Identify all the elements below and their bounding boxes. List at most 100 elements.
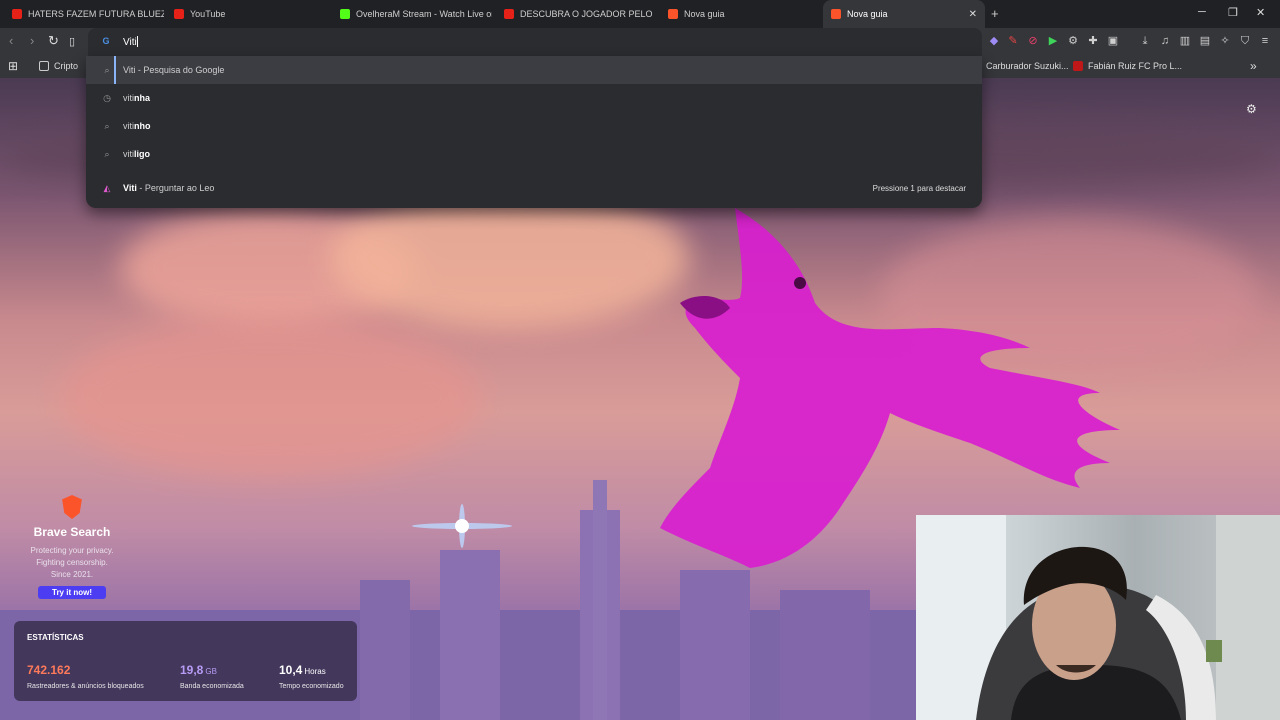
search-icon: ⌕ <box>104 64 110 75</box>
youtube-icon <box>174 9 184 19</box>
stat-value: 10,4 <box>279 663 303 677</box>
brave-icon <box>668 9 678 19</box>
tab-title: Nova guia <box>684 9 725 19</box>
close-tab-icon[interactable]: ✕ <box>969 9 977 20</box>
suggestion-search[interactable]: ⌕ vitiligo <box>86 140 982 168</box>
forward-icon[interactable]: › <box>30 33 34 48</box>
bookmark-icon[interactable]: ▯ <box>69 35 75 48</box>
minimize-icon[interactable]: ─ <box>1198 6 1206 18</box>
tab-title: Nova guia <box>847 9 888 19</box>
stat-bandwidth: 19,8 GB Banda economizada <box>180 661 244 690</box>
try-it-now-button[interactable]: Try it now! <box>38 586 106 599</box>
extension-stop-icon[interactable]: ⊘ <box>1027 35 1039 47</box>
tab-title: HATERS FAZEM FUTURA BLUEZETE D <box>28 9 164 19</box>
suggestion-text: Viti - Perguntar ao Leo <box>123 183 215 193</box>
page-icon <box>1073 61 1083 71</box>
back-icon[interactable]: ‹ <box>9 33 13 48</box>
suggestion-hint: Pressione 1 para destacar <box>872 183 966 193</box>
promo-line: Since 2021. <box>50 570 94 579</box>
suggestion-text: Viti - Pesquisa do Google <box>123 65 225 75</box>
cloud <box>330 188 690 328</box>
selection-indicator <box>114 56 116 84</box>
vpn-shield-icon[interactable]: ⛉ <box>1239 35 1251 47</box>
stat-value: 19,8 <box>180 663 204 677</box>
suggestion-search[interactable]: ⌕ vitinho <box>86 112 982 140</box>
leo-ai-icon[interactable]: ◆ <box>988 35 1000 47</box>
screenshot-icon[interactable]: ▣ <box>1107 35 1119 47</box>
leo-sparkle-icon[interactable]: ✧ <box>1219 35 1231 47</box>
extension-pen-icon[interactable]: ✎ <box>1007 35 1019 47</box>
wallet-icon[interactable]: ▤ <box>1199 35 1211 47</box>
stat-trackers: 742.162 Rastreadores & anúncios bloquead… <box>27 661 144 690</box>
tab-title: YouTube <box>190 9 226 19</box>
webcam-overlay <box>916 515 1280 720</box>
bookmark-label: Fabián Ruiz FC Pro L... <box>1088 61 1183 71</box>
maximize-icon[interactable]: ❐ <box>1228 6 1238 19</box>
brave-icon <box>831 9 841 19</box>
address-input[interactable]: Viti <box>123 36 138 48</box>
skyline <box>680 570 750 720</box>
stat-time: 10,4 Horas Tempo economizado <box>279 661 344 690</box>
reload-icon[interactable]: ↻ <box>48 33 59 49</box>
tab[interactable]: Nova guia <box>660 0 820 28</box>
tab[interactable]: OvelheraM Stream - Watch Live on K <box>332 0 492 28</box>
skyline <box>780 590 870 720</box>
webcam-person <box>916 515 1280 720</box>
promo-line: Protecting your privacy. <box>30 546 114 555</box>
sidebar-icon[interactable]: ▥ <box>1179 35 1191 47</box>
search-icon: ⌕ <box>104 148 110 159</box>
stat-label: Rastreadores & anúncios bloqueados <box>27 683 144 690</box>
suggestion-google-search[interactable]: ⌕ Viti - Pesquisa do Google <box>86 56 982 84</box>
bookmark-carburador[interactable]: Carburador Suzuki... <box>986 61 1069 71</box>
close-window-icon[interactable]: ✕ <box>1256 6 1265 19</box>
suggestion-ask-leo[interactable]: ◭ Viti - Perguntar ao Leo Pressione 1 pa… <box>86 174 982 202</box>
history-icon: ◷ <box>103 92 111 103</box>
tab-strip: HATERS FAZEM FUTURA BLUEZETE D YouTube O… <box>0 0 1280 28</box>
stats-title: ESTATÍSTICAS <box>27 633 84 642</box>
extension-play-icon[interactable]: ▶ <box>1047 35 1059 47</box>
bookmark-label: Carburador Suzuki... <box>986 61 1069 71</box>
promo-line: Fighting censorship. <box>36 558 108 567</box>
cloud <box>60 318 480 478</box>
suggestion-text: vitinha <box>123 93 151 103</box>
kick-icon <box>340 9 350 19</box>
stat-unit: Horas <box>304 667 326 676</box>
tab-active[interactable]: Nova guia ✕ <box>823 0 985 28</box>
stat-unit: GB <box>205 667 217 676</box>
folder-icon <box>39 61 49 71</box>
apps-grid-icon[interactable]: ⊞ <box>8 59 18 73</box>
skyline <box>360 580 410 720</box>
more-bookmarks-icon[interactable]: » <box>1250 59 1257 73</box>
media-icon[interactable]: ♫ <box>1159 35 1171 47</box>
bookmark-fabian-ruiz[interactable]: Fabián Ruiz FC Pro L... <box>1073 61 1182 71</box>
promo-title: Brave Search <box>33 525 111 539</box>
omnibox-suggestions: ⌕ Viti - Pesquisa do Google ◷ vitinha ⌕ … <box>86 56 982 208</box>
tab-title: DESCUBRA O JOGADOR PELO CABEL <box>520 9 654 19</box>
brave-search-promo: Brave Search Protecting your privacy. Fi… <box>0 495 144 600</box>
extensions-puzzle-icon[interactable]: ✚ <box>1087 35 1099 47</box>
suggestion-history[interactable]: ◷ vitinha <box>86 84 982 112</box>
bookmark-cripto[interactable]: Cripto <box>39 61 78 71</box>
address-bar[interactable]: G Viti <box>88 28 982 56</box>
tab[interactable]: DESCUBRA O JOGADOR PELO CABEL <box>496 0 654 28</box>
youtube-icon <box>504 9 514 19</box>
tab[interactable]: HATERS FAZEM FUTURA BLUEZETE D <box>4 0 164 28</box>
empire-state-building <box>593 480 607 720</box>
brave-lion-icon <box>62 495 82 519</box>
suggestion-text: vitinho <box>123 121 151 131</box>
tab-title: OvelheraM Stream - Watch Live on K <box>356 9 492 19</box>
stat-label: Tempo economizado <box>279 683 344 690</box>
new-tab-button[interactable]: + <box>991 6 999 21</box>
tab[interactable]: YouTube <box>166 0 326 28</box>
extension-gear-icon[interactable]: ⚙ <box>1067 35 1079 47</box>
sparkle <box>412 504 512 548</box>
bookmark-label: Cripto <box>54 61 79 71</box>
search-icon: ⌕ <box>104 120 110 131</box>
youtube-icon <box>12 9 22 19</box>
menu-icon[interactable]: ≡ <box>1259 35 1271 47</box>
customize-gear-icon[interactable]: ⚙ <box>1246 102 1257 116</box>
google-icon: G <box>102 36 110 46</box>
leo-icon: ◭ <box>103 182 111 193</box>
download-icon[interactable]: ⤓ <box>1139 35 1151 47</box>
stat-value: 742.162 <box>27 663 71 677</box>
